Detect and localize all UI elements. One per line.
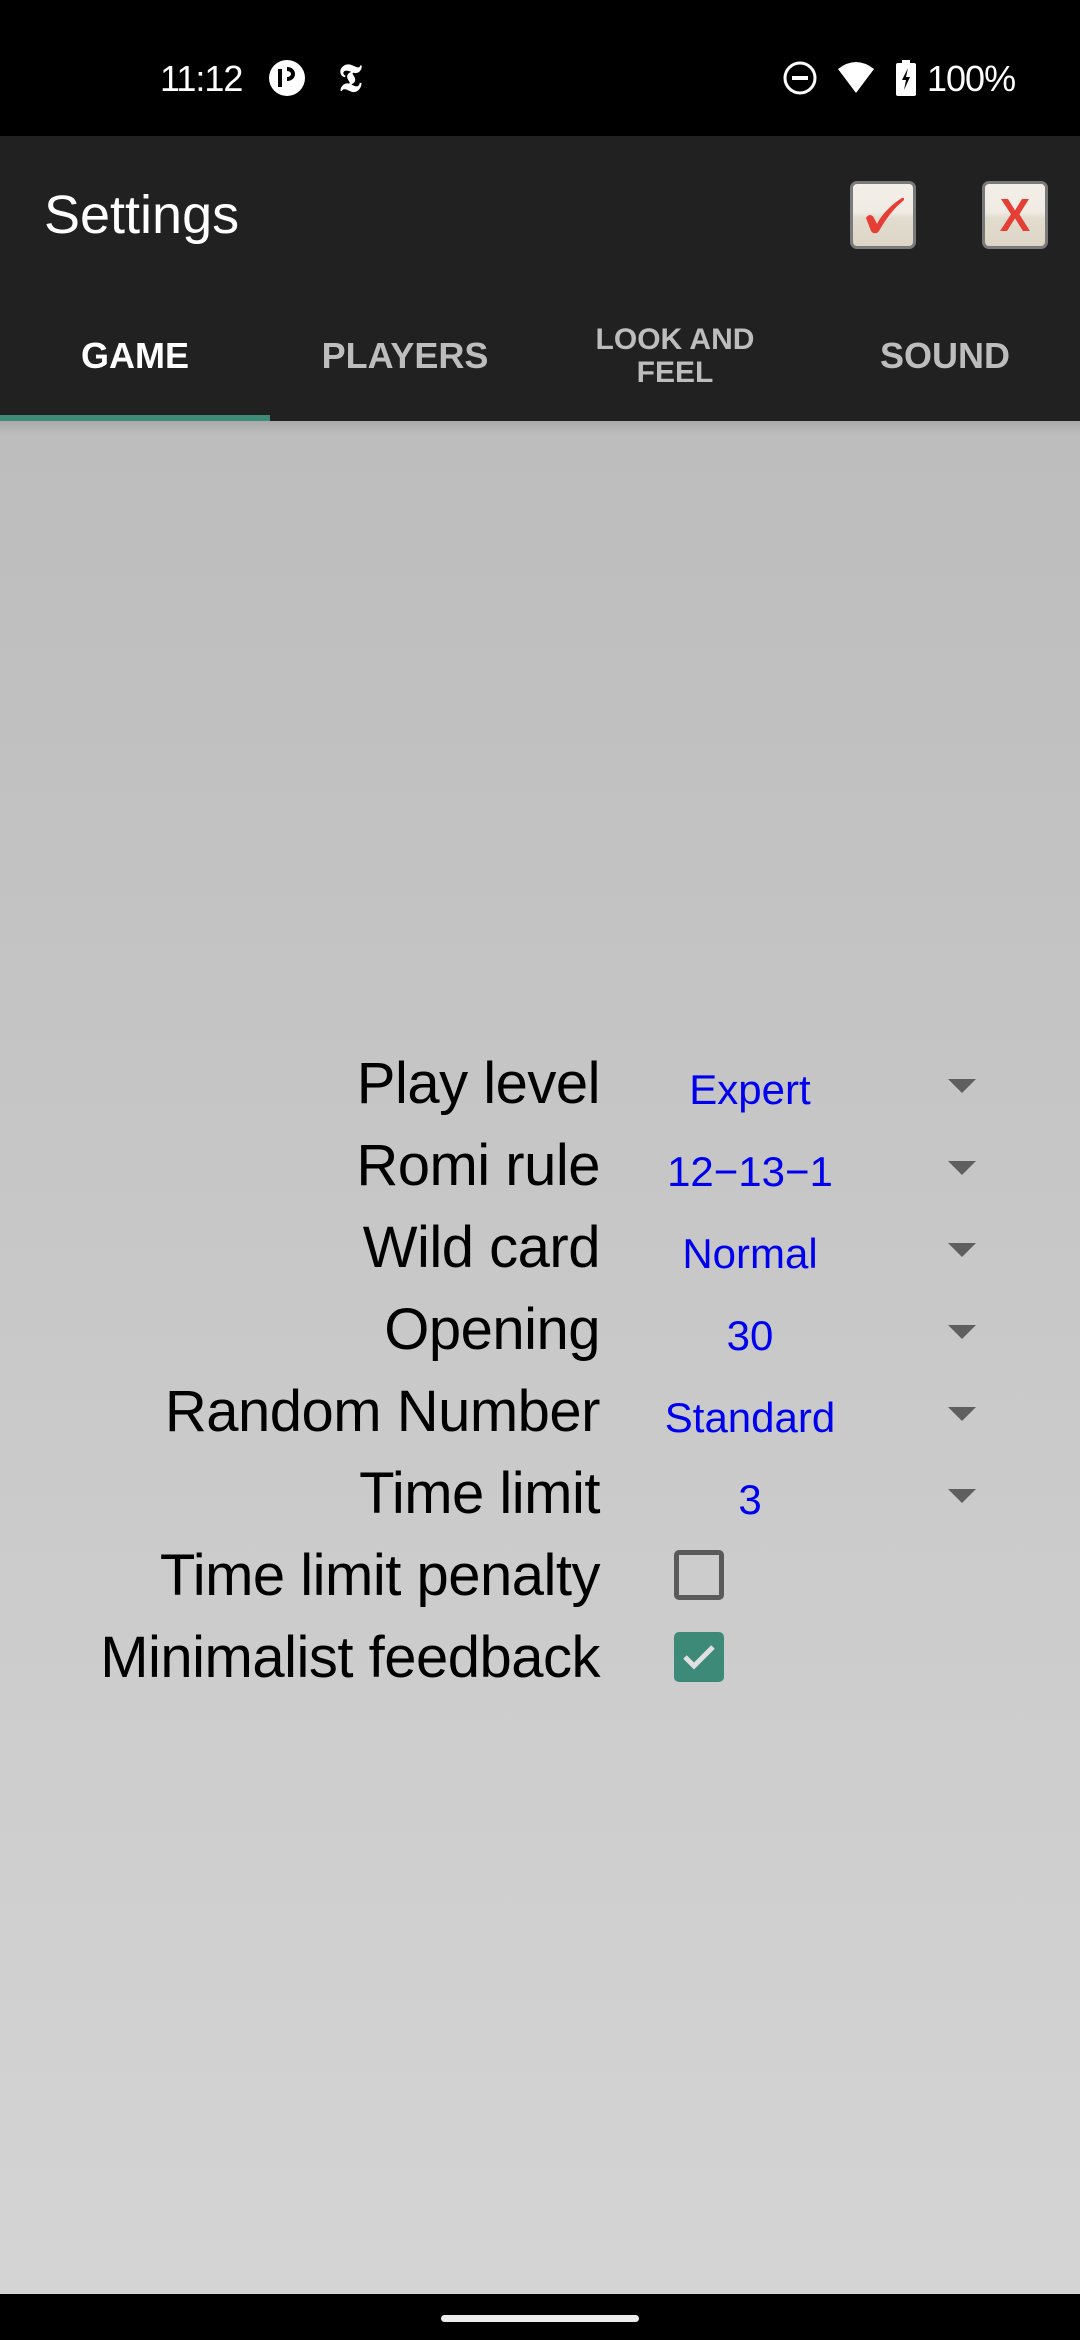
setting-label: Time limit penalty [159,1543,601,1608]
settings-content: Play level Expert Romi rule 12−13−1 Wild… [0,421,1080,2294]
tab-sound[interactable]: SOUND [810,291,1080,421]
dropdown-arrow-icon [948,1489,976,1503]
minimalist-feedback-checkbox[interactable] [674,1632,724,1682]
notification-app-icon [268,60,306,96]
navigation-bar [0,2294,1080,2340]
dropdown-value: 30 [726,1312,774,1359]
tab-label: PLAYERS [321,335,489,377]
checkmark-icon [866,197,905,234]
tab-look-and-feel[interactable]: LOOK AND FEEL [540,291,810,421]
opening-dropdown[interactable]: 30 [640,1289,1000,1371]
time-limit-dropdown[interactable]: 3 [640,1453,1000,1535]
tab-label: GAME [81,335,189,377]
setting-label: Opening [384,1297,600,1362]
setting-label: Play level [356,1051,601,1116]
dropdown-value: Expert [689,1066,811,1113]
dropdown-arrow-icon [948,1079,976,1093]
setting-time-limit-penalty: Time limit penalty [0,1535,1080,1617]
tab-players[interactable]: PLAYERS [270,291,540,421]
tab-label: SOUND [879,335,1010,377]
setting-label: Romi rule [356,1133,600,1198]
play-level-dropdown[interactable]: Expert [640,1043,1000,1125]
dropdown-value: Standard [664,1394,836,1441]
page-title: Settings [44,185,240,245]
tab-game[interactable]: GAME [0,291,270,421]
dropdown-value: 12−13−1 [667,1148,833,1195]
close-icon: X [999,189,1031,241]
random-number-dropdown[interactable]: Standard [640,1371,1000,1453]
home-gesture-handle[interactable] [441,2315,639,2322]
setting-opening: Opening 30 [0,1289,1080,1371]
romi-rule-dropdown[interactable]: 12−13−1 [640,1125,1000,1207]
setting-play-level: Play level Expert [0,1043,1080,1125]
battery-charging-icon [894,60,918,96]
dropdown-arrow-icon [948,1325,976,1339]
wifi-icon [836,60,876,96]
battery-percent: 100% [927,58,1016,99]
nyt-icon: 𝕿 [338,55,362,100]
status-bar: 11:12 𝕿 100% [0,0,1080,136]
setting-minimalist-feedback: Minimalist feedback [0,1617,1080,1699]
wild-card-dropdown[interactable]: Normal [640,1207,1000,1289]
setting-label: Time limit [359,1461,600,1526]
checkmark-icon [683,1645,715,1670]
status-time: 11:12 [160,58,243,99]
time-limit-penalty-checkbox[interactable] [674,1550,724,1600]
setting-romi-rule: Romi rule 12−13−1 [0,1125,1080,1207]
setting-label: Minimalist feedback [100,1625,600,1690]
dropdown-value: 3 [738,1476,762,1523]
app-bar: Settings X [0,136,1080,291]
cancel-button[interactable]: X [982,181,1048,249]
do-not-disturb-icon [782,60,818,96]
setting-label: Wild card [362,1215,601,1280]
setting-time-limit: Time limit 3 [0,1453,1080,1535]
setting-random-number: Random Number Standard [0,1371,1080,1453]
tab-label: LOOK AND FEEL [595,323,755,389]
tab-bar: GAME PLAYERS LOOK AND FEEL SOUND [0,291,1080,421]
dropdown-value: Normal [682,1230,818,1277]
setting-label: Random Number [164,1379,601,1444]
setting-wild-card: Wild card Normal [0,1207,1080,1289]
confirm-button[interactable] [850,181,916,249]
dropdown-arrow-icon [948,1407,976,1421]
dropdown-arrow-icon [948,1161,976,1175]
dropdown-arrow-icon [948,1243,976,1257]
